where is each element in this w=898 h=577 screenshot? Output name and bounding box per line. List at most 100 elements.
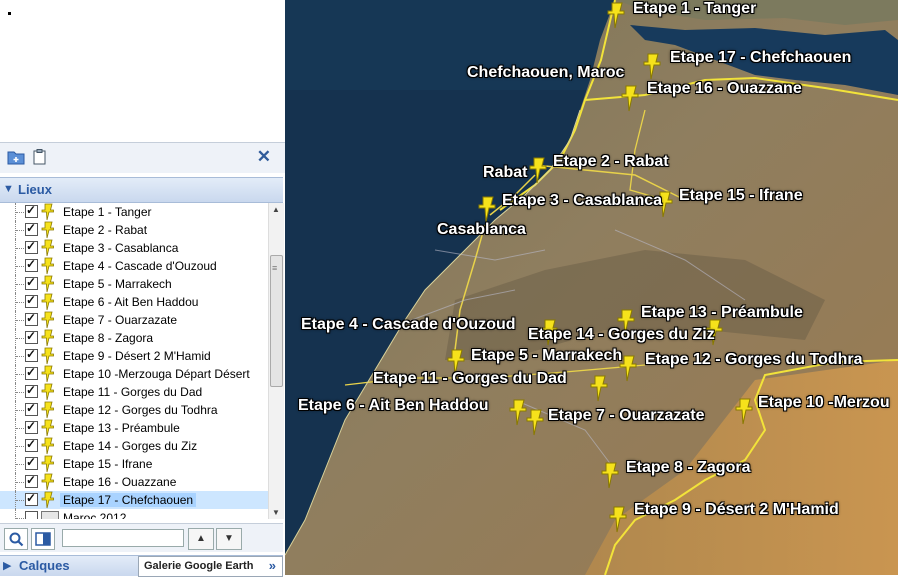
visibility-checkbox[interactable]	[25, 203, 38, 218]
place-row[interactable]: Etape 16 - Ouazzane	[0, 473, 268, 491]
place-row[interactable]: Etape 7 - Ouarzazate	[0, 311, 268, 329]
place-label: Etape 11 - Gorges du Dad	[63, 385, 203, 399]
pushpin-icon	[41, 401, 57, 419]
visibility-checkbox[interactable]	[25, 491, 38, 506]
pushpin-icon[interactable]	[643, 52, 665, 80]
pushpin-icon[interactable]	[619, 354, 641, 382]
place-row[interactable]: Etape 1 - Tanger	[0, 203, 268, 221]
places-panel-header[interactable]: ▼ Lieux	[0, 177, 283, 203]
earth-gallery-button[interactable]: Galerie Google Earth »	[138, 556, 283, 577]
search-icon[interactable]	[4, 528, 28, 550]
visibility-checkbox[interactable]	[25, 455, 38, 470]
place-row[interactable]: Etape 14 - Gorges du Ziz	[0, 437, 268, 455]
place-label: Etape 4 - Cascade d'Ouzoud	[63, 259, 217, 273]
visibility-checkbox[interactable]	[25, 293, 38, 308]
map-label-etape-7: Etape 7 - Ouarzazate	[548, 407, 705, 424]
visibility-checkbox[interactable]	[25, 347, 38, 362]
pushpin-icon	[41, 275, 57, 293]
visibility-checkbox[interactable]	[25, 257, 38, 272]
place-row[interactable]: Etape 11 - Gorges du Dad	[0, 383, 268, 401]
scroll-grip-icon: ≡	[272, 263, 278, 273]
places-search-input[interactable]	[62, 529, 184, 547]
add-placemark-icon[interactable]	[31, 149, 49, 165]
visibility-checkbox[interactable]	[25, 239, 38, 254]
visibility-checkbox[interactable]	[25, 401, 38, 416]
visibility-checkbox[interactable]	[25, 511, 38, 519]
places-scrollbar[interactable]: ▲ ≡ ▼	[268, 203, 284, 519]
tree-connector	[15, 221, 25, 239]
place-row[interactable]: Etape 3 - Casablanca	[0, 239, 268, 257]
place-row[interactable]: Etape 13 - Préambule	[0, 419, 268, 437]
place-row[interactable]: Etape 9 - Désert 2 M'Hamid	[0, 347, 268, 365]
pushpin-icon	[41, 383, 57, 401]
pushpin-icon	[41, 365, 57, 383]
tree-connector	[15, 491, 25, 509]
double-chevron-icon: »	[268, 558, 276, 573]
pushpin-icon[interactable]	[609, 505, 631, 533]
place-row[interactable]: Etape 10 -Merzouga Départ Désert	[0, 365, 268, 383]
place-row[interactable]: Maroc 2012	[0, 509, 268, 519]
map-label-rabat: Rabat	[483, 164, 528, 181]
place-label: Etape 13 - Préambule	[63, 421, 180, 435]
layers-panel-header[interactable]: ▶ Calques Galerie Google Earth »	[0, 555, 283, 577]
visibility-checkbox[interactable]	[25, 275, 38, 290]
tree-connector	[15, 275, 25, 293]
visibility-checkbox[interactable]	[25, 473, 38, 488]
scroll-thumb[interactable]	[270, 255, 283, 387]
visibility-checkbox[interactable]	[25, 329, 38, 344]
place-row[interactable]: Etape 12 - Gorges du Todhra	[0, 401, 268, 419]
move-down-button[interactable]: ▼	[216, 528, 242, 550]
scroll-down-icon[interactable]: ▼	[272, 508, 280, 517]
pushpin-icon	[41, 311, 57, 329]
place-row[interactable]: Etape 6 - Ait Ben Haddou	[0, 293, 268, 311]
map-label-etape-2: Etape 2 - Rabat	[553, 153, 669, 170]
place-row[interactable]: Etape 8 - Zagora	[0, 329, 268, 347]
place-row[interactable]: Etape 15 - Ifrane	[0, 455, 268, 473]
move-up-button[interactable]: ▲	[188, 528, 214, 550]
pushpin-icon[interactable]	[478, 195, 500, 223]
pushpin-icon	[41, 473, 57, 491]
place-row[interactable]: Etape 17 - Chefchaouen	[0, 491, 268, 509]
pushpin-icon[interactable]	[621, 84, 643, 112]
visibility-checkbox[interactable]	[25, 221, 38, 236]
places-tree: Etape 1 - Tanger Etape 2 - Rabat Etape 3 -…	[0, 203, 268, 519]
places-toolbar: ✕	[0, 142, 285, 173]
pushpin-icon[interactable]	[590, 374, 612, 402]
pushpin-icon	[41, 419, 57, 437]
map-label-etape-6: Etape 6 - Ait Ben Haddou	[298, 397, 489, 414]
place-label: Etape 2 - Rabat	[63, 223, 148, 237]
visibility-checkbox[interactable]	[25, 437, 38, 452]
visibility-checkbox[interactable]	[25, 419, 38, 434]
map-label-etape-8: Etape 8 - Zagora	[626, 459, 751, 476]
earth-map-view[interactable]: Etape 1 - Tanger Etape 17 - Chefchaouen …	[285, 0, 898, 575]
place-label: Etape 9 - Désert 2 M'Hamid	[63, 349, 211, 363]
pushpin-icon[interactable]	[735, 397, 757, 425]
add-folder-icon[interactable]	[7, 149, 25, 165]
map-label-etape-17: Etape 17 - Chefchaouen	[670, 49, 852, 66]
place-label: Etape 5 - Marrakech	[63, 277, 172, 291]
visibility-checkbox[interactable]	[25, 311, 38, 326]
tree-connector	[15, 365, 25, 383]
split-view-icon[interactable]	[31, 528, 55, 550]
place-row[interactable]: Etape 4 - Cascade d'Ouzoud	[0, 257, 268, 275]
map-label-etape-10: Etape 10 -Merzou	[758, 394, 890, 411]
close-panel-icon[interactable]: ✕	[257, 147, 271, 167]
visibility-checkbox[interactable]	[25, 365, 38, 380]
pushpin-icon[interactable]	[601, 461, 623, 489]
collapse-triangle-icon[interactable]: ▼	[3, 183, 14, 195]
expand-triangle-icon[interactable]: ▶	[3, 559, 11, 572]
places-search-bar: ▲ ▼	[0, 523, 283, 552]
place-label: Etape 12 - Gorges du Todhra	[63, 403, 218, 417]
map-label-etape-1: Etape 1 - Tanger	[633, 0, 757, 17]
scroll-up-icon[interactable]: ▲	[272, 205, 280, 214]
place-row[interactable]: Etape 2 - Rabat	[0, 221, 268, 239]
place-label: Etape 6 - Ait Ben Haddou	[63, 295, 199, 309]
visibility-checkbox[interactable]	[25, 383, 38, 398]
pushpin-icon[interactable]	[526, 408, 548, 436]
terrain-layer	[285, 0, 898, 575]
pushpin-icon	[41, 491, 57, 509]
pushpin-icon[interactable]	[607, 1, 629, 29]
pushpin-icon[interactable]	[529, 156, 551, 184]
place-row[interactable]: Etape 5 - Marrakech	[0, 275, 268, 293]
tree-connector	[15, 509, 25, 519]
